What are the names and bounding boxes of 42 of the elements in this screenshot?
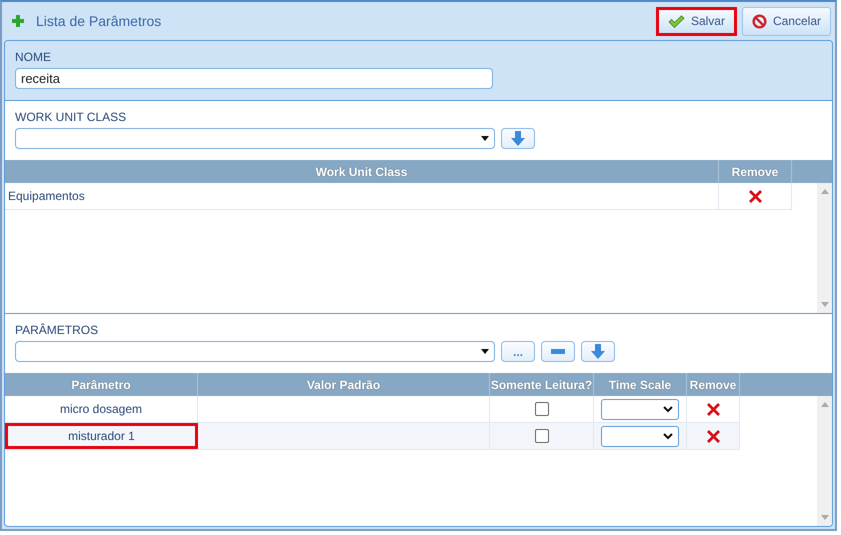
column-header: Remove <box>687 373 740 396</box>
plus-icon <box>12 15 24 27</box>
prohibited-icon <box>752 14 767 28</box>
column-header: Somente Leitura? <box>490 373 594 396</box>
scrollbar[interactable] <box>817 183 832 313</box>
field-label: WORK UNIT CLASS <box>15 110 128 124</box>
table-cell: micro dosagem <box>5 396 198 422</box>
save-button[interactable]: Salvar <box>656 6 737 36</box>
column-header: Parâmetro <box>5 373 198 396</box>
chevron-icon <box>663 406 673 412</box>
column-header: Work Unit Class <box>5 160 719 183</box>
more-button[interactable]: ... <box>501 341 535 362</box>
down-arrow-icon <box>591 344 605 359</box>
checkbox[interactable] <box>534 429 548 443</box>
column-header: Valor Padrão <box>198 373 490 396</box>
column-header: Time Scale <box>594 373 687 396</box>
add-down-button[interactable] <box>501 128 535 149</box>
time-scale-dropdown[interactable] <box>601 426 679 446</box>
remove-button[interactable] <box>541 341 575 362</box>
cancel-button[interactable]: Cancelar <box>742 6 831 36</box>
checkbox[interactable] <box>534 402 548 416</box>
remove-icon[interactable] <box>706 430 720 442</box>
table-cell: misturador 1 <box>5 423 198 449</box>
chevron-icon <box>663 432 673 440</box>
caret-icon <box>481 136 489 141</box>
minus-icon <box>551 349 565 354</box>
field-label: PARÂMETROS <box>15 323 100 337</box>
name-input[interactable]: receita <box>15 68 493 89</box>
caret-icon <box>481 349 489 354</box>
down-arrow-icon <box>511 131 525 146</box>
remove-icon[interactable] <box>706 402 720 416</box>
field-label: NOME <box>15 50 52 64</box>
parameter-dropdown[interactable] <box>15 341 495 362</box>
column-header: Remove <box>719 160 792 183</box>
time-scale-dropdown[interactable] <box>601 398 679 420</box>
add-down-button[interactable] <box>581 341 615 362</box>
work-unit-class-dropdown[interactable] <box>15 128 495 149</box>
scrollbar[interactable] <box>817 396 832 526</box>
remove-icon[interactable] <box>748 190 762 202</box>
table-cell: Equipamentos <box>5 183 719 209</box>
window-title: Lista de Parâmetros <box>36 13 162 29</box>
checkmark-icon <box>668 14 685 28</box>
